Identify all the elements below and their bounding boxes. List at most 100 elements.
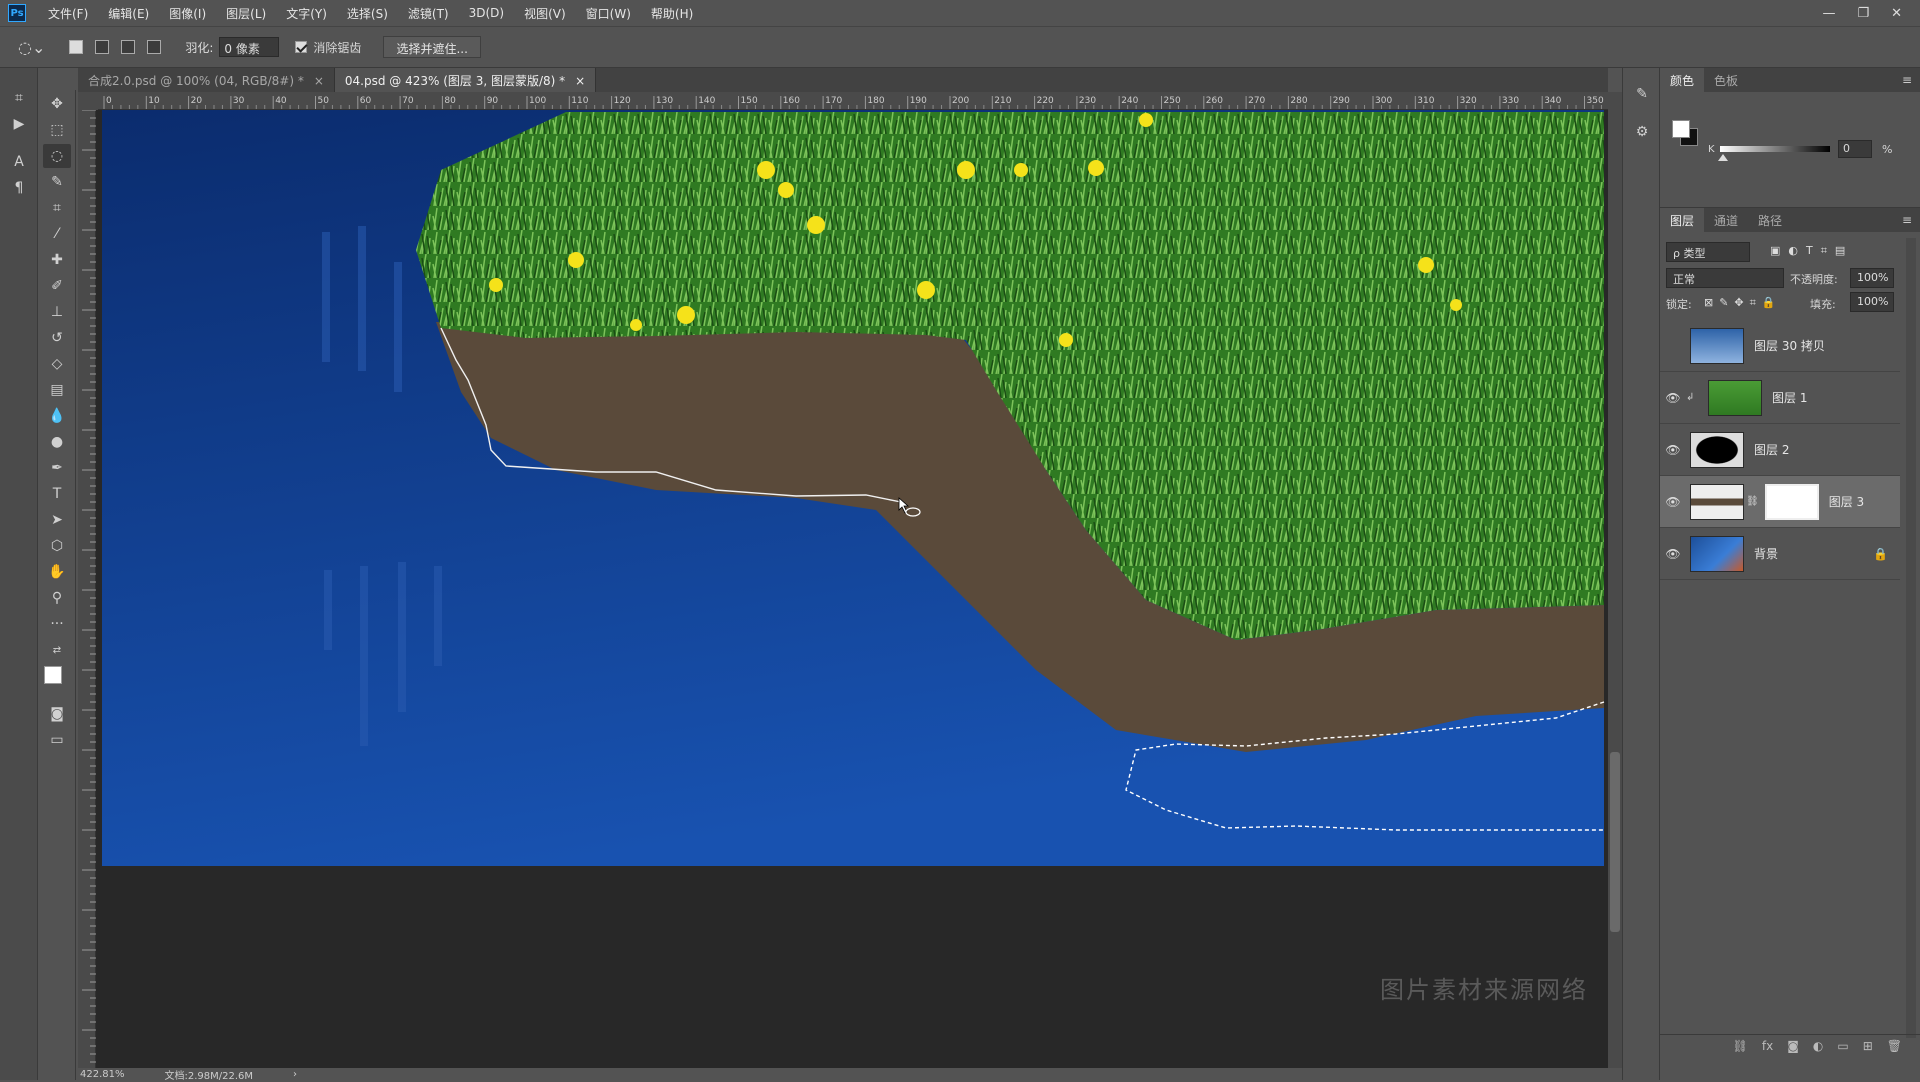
- more-tools-icon[interactable]: ···: [43, 612, 71, 636]
- select-and-mask-button[interactable]: 选择并遮住...: [383, 36, 481, 58]
- k-slider[interactable]: [1720, 146, 1830, 152]
- menu-select[interactable]: 选择(S): [337, 5, 398, 22]
- subtract-selection-icon[interactable]: [121, 40, 136, 54]
- fx-icon[interactable]: fx: [1762, 1039, 1773, 1053]
- mask-link-icon[interactable]: ⛓: [1746, 496, 1759, 507]
- new-selection-icon[interactable]: [69, 40, 84, 54]
- k-value-input[interactable]: 0: [1838, 140, 1872, 158]
- eye-icon[interactable]: 👁: [1660, 547, 1686, 561]
- k-slider-thumb[interactable]: [1718, 154, 1728, 161]
- layer-name[interactable]: 图层 3: [1829, 493, 1864, 510]
- zoom-tool-icon[interactable]: ⚲: [43, 586, 71, 610]
- menu-filter[interactable]: 滤镜(T): [398, 5, 459, 22]
- lasso-tool-icon[interactable]: ◌: [43, 144, 71, 168]
- layer-name[interactable]: 图层 1: [1772, 389, 1807, 406]
- document-canvas[interactable]: [96, 110, 1608, 1070]
- antialias-checkbox[interactable]: [295, 41, 308, 53]
- layer-name[interactable]: 图层 2: [1754, 441, 1789, 458]
- menu-edit[interactable]: 编辑(E): [98, 5, 159, 22]
- tab-color[interactable]: 颜色: [1660, 68, 1705, 92]
- eye-icon[interactable]: 👁: [1660, 443, 1686, 457]
- stamp-tool-icon[interactable]: ⊥: [43, 300, 71, 324]
- brush-settings-icon[interactable]: ✎: [1628, 82, 1656, 106]
- color-swatches[interactable]: [38, 664, 75, 700]
- menu-3d[interactable]: 3D(D): [459, 6, 514, 20]
- brush-tool-icon[interactable]: ✐: [43, 274, 71, 298]
- foreground-color-swatch[interactable]: [44, 666, 62, 684]
- layer-filter-select[interactable]: ρ 类型: [1666, 242, 1750, 262]
- vertical-ruler[interactable]: [78, 109, 96, 1070]
- layer-name[interactable]: 图层 30 拷贝: [1754, 337, 1825, 354]
- marquee-tool-icon[interactable]: ⬚: [43, 118, 71, 142]
- tab-close-icon[interactable]: ×: [575, 74, 585, 88]
- menu-type[interactable]: 文字(Y): [276, 5, 337, 22]
- shape-tool-icon[interactable]: ⬡: [43, 534, 71, 558]
- opacity-input[interactable]: 100%: [1850, 268, 1894, 288]
- zoom-readout[interactable]: 422.81%: [80, 1069, 125, 1080]
- menu-image[interactable]: 图像(I): [159, 5, 216, 22]
- lasso-preset-icon[interactable]: ◌⌄: [18, 38, 45, 57]
- intersect-selection-icon[interactable]: [147, 40, 162, 54]
- layer-row-1[interactable]: 图层 30 拷贝: [1660, 320, 1900, 372]
- lock-icon[interactable]: 🔒: [1873, 547, 1888, 561]
- type-tool-icon[interactable]: T: [43, 482, 71, 506]
- move-tool-icon[interactable]: ✥: [43, 92, 71, 116]
- layer-name[interactable]: 背景: [1754, 545, 1778, 562]
- properties-icon[interactable]: ⚙: [1628, 120, 1656, 144]
- swap-colors-icon[interactable]: ⇄: [43, 638, 71, 662]
- minimize-button[interactable]: —: [1822, 6, 1835, 21]
- layer-filter-icons[interactable]: ▣◐T⌗▤: [1770, 244, 1853, 258]
- horizontal-ruler[interactable]: 0 10 20 30 40 50 60 70 80 90 100 110 120 130 140 150 160…: [98, 92, 1608, 110]
- tab-close-icon[interactable]: ×: [314, 74, 324, 88]
- pen-tool-icon[interactable]: ✒: [43, 456, 71, 480]
- link-layers-icon[interactable]: ⛓: [1733, 1039, 1748, 1053]
- eye-icon[interactable]: 👁: [1660, 391, 1686, 405]
- status-arrow-icon[interactable]: ›: [293, 1069, 297, 1080]
- restore-button[interactable]: ❐: [1857, 6, 1869, 21]
- actions-play-icon[interactable]: ▶: [5, 112, 33, 136]
- new-group-icon[interactable]: ▭: [1837, 1039, 1848, 1053]
- panel-menu-icon[interactable]: ≡: [1902, 73, 1912, 87]
- layers-menu-icon[interactable]: ≡: [1902, 213, 1912, 227]
- history-brush-tool-icon[interactable]: ↺: [43, 326, 71, 350]
- crop-tool-icon[interactable]: ⌗: [43, 196, 71, 220]
- menu-window[interactable]: 窗口(W): [576, 5, 641, 22]
- menu-help[interactable]: 帮助(H): [641, 5, 703, 22]
- menu-file[interactable]: 文件(F): [38, 5, 98, 22]
- layer-row-5[interactable]: 👁 背景 🔒: [1660, 528, 1900, 580]
- blur-tool-icon[interactable]: 💧: [43, 404, 71, 428]
- blend-mode-select[interactable]: 正常: [1666, 268, 1784, 288]
- delete-layer-icon[interactable]: 🗑: [1887, 1039, 1902, 1053]
- paragraph-icon[interactable]: ¶: [5, 176, 33, 200]
- gradient-tool-icon[interactable]: ▤: [43, 378, 71, 402]
- eraser-tool-icon[interactable]: ◇: [43, 352, 71, 376]
- history-icon[interactable]: ⌗: [5, 86, 33, 110]
- adjustment-layer-icon[interactable]: ◐: [1813, 1039, 1823, 1053]
- quick-select-tool-icon[interactable]: ✎: [43, 170, 71, 194]
- close-button[interactable]: ✕: [1891, 6, 1902, 21]
- hand-tool-icon[interactable]: ✋: [43, 560, 71, 584]
- feather-input[interactable]: 0 像素: [219, 37, 280, 57]
- vertical-scrollbar-thumb[interactable]: [1610, 752, 1620, 932]
- layer-row-3[interactable]: 👁 图层 2: [1660, 424, 1900, 476]
- layer-mask-thumbnail[interactable]: [1764, 483, 1819, 520]
- new-layer-icon[interactable]: ⊞: [1863, 1039, 1873, 1053]
- tab-paths[interactable]: 路径: [1748, 208, 1792, 232]
- add-mask-icon[interactable]: ◙: [1787, 1039, 1799, 1053]
- character-icon[interactable]: A: [5, 150, 33, 174]
- path-select-tool-icon[interactable]: ➤: [43, 508, 71, 532]
- tab-layers[interactable]: 图层: [1660, 208, 1705, 232]
- tab-swatches[interactable]: 色板: [1704, 68, 1748, 92]
- menu-view[interactable]: 视图(V): [514, 5, 576, 22]
- quick-mask-icon[interactable]: ◙: [43, 702, 71, 726]
- tab-document-2[interactable]: 04.psd @ 423% (图层 3, 图层蒙版/8) * ×: [334, 68, 597, 92]
- lock-icons[interactable]: ⊠✎✥⌗🔒: [1704, 296, 1782, 310]
- vertical-scrollbar[interactable]: [1608, 92, 1622, 1070]
- layer-row-4[interactable]: 👁 ⛓ 图层 3: [1660, 476, 1900, 528]
- screen-mode-icon[interactable]: ▭: [43, 728, 71, 752]
- canvas-area[interactable]: 图片素材来源网络: [96, 110, 1608, 1070]
- add-selection-icon[interactable]: [95, 40, 110, 54]
- fill-input[interactable]: 100%: [1850, 292, 1894, 312]
- dodge-tool-icon[interactable]: ●: [43, 430, 71, 454]
- tab-document-1[interactable]: 合成2.0.psd @ 100% (04, RGB/8#) * ×: [78, 68, 335, 92]
